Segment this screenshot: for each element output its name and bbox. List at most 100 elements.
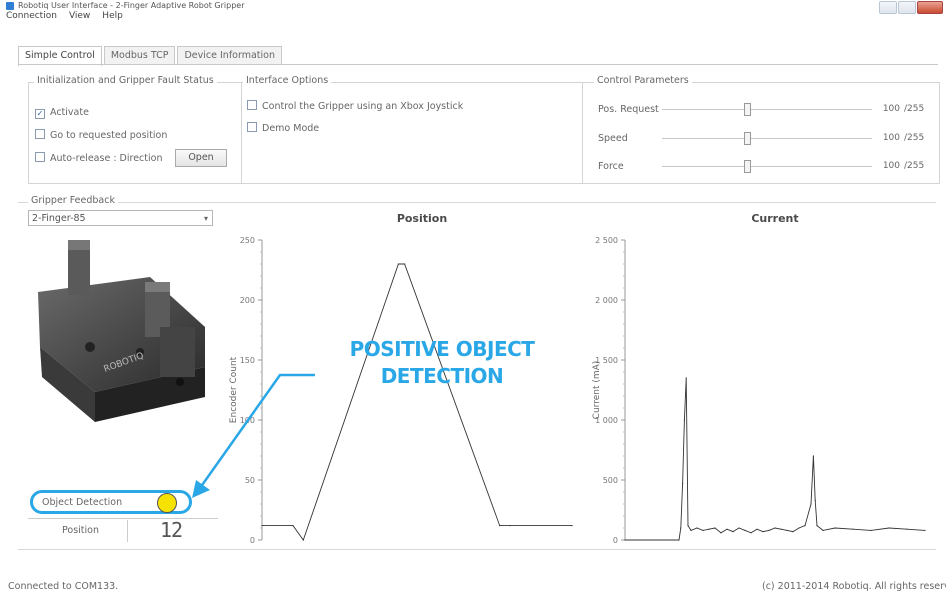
current-chart-data-point [744,529,746,531]
tab-simple-control[interactable]: Simple Control [18,46,102,66]
force-slider[interactable] [662,166,872,167]
xbox-checkbox[interactable]: Control the Gripper using an Xbox Joysti… [247,100,463,112]
autorelease-label: Auto-release : Direction [50,153,163,164]
current-chart-data-point [768,529,770,531]
speed-thumb[interactable] [744,132,751,145]
speed-label: Speed [598,133,628,144]
current-chart-data-point [804,525,806,527]
current-chart-data-point [812,455,814,457]
position-chart-data-point [302,539,304,541]
current-chart-data-point [738,527,740,529]
position-label: Position [62,525,99,536]
current-chart-data-point [720,532,722,534]
annotation-arrow [192,373,315,498]
model-select[interactable]: 2-Finger-85 ▾ [28,210,213,226]
current-chart-data-point [822,529,824,531]
position-chart-ytick-label: 200 [240,296,255,305]
minimize-button[interactable] [879,1,897,14]
position-chart-data-point [292,525,294,527]
position-chart-ytick-label: 250 [240,236,255,245]
current-chart-data-point [780,528,782,530]
current-chart-data-point [750,532,752,534]
maximize-button[interactable] [898,1,916,14]
position-chart-data-point [261,525,263,527]
speed-slider[interactable] [662,138,872,139]
speed-value[interactable]: 100 [870,133,900,143]
app-icon [6,2,14,10]
current-chart-data-point [732,531,734,533]
goto-checkbox[interactable]: Go to requested position [35,129,167,141]
tab-strip: Simple Control Modbus TCP Device Informa… [18,46,284,66]
menu-help[interactable]: Help [102,11,123,23]
current-chart-data-point [906,528,908,530]
pos-request-value[interactable]: 100 [870,104,900,114]
position-chart-data-point [509,525,511,527]
current-chart-data-point [834,527,836,529]
position-row [28,518,218,543]
current-chart: 05001 0001 5002 0002 500Current (mA) [592,236,926,545]
position-chart-title: Position [396,212,448,225]
current-chart-ylabel: Current (mA) [592,361,602,420]
xbox-check-icon [247,100,257,110]
menu-bar: Connection View Help [6,11,123,23]
current-chart-series-line [625,377,926,541]
position-chart-data-point [397,263,399,265]
force-thumb[interactable] [744,160,751,173]
current-chart-data-point [702,529,704,531]
title-bar: Robotiq User Interface - 2-Finger Adapti… [0,0,946,14]
current-chart-data-point [888,527,890,529]
position-chart-ytick-label: 0 [250,536,255,545]
current-chart-title: Current [751,212,799,225]
direction-open-button[interactable]: Open [175,149,227,167]
current-chart-data-point [690,529,692,531]
goto-label: Go to requested position [50,130,168,141]
current-chart-data-point [682,483,684,485]
demo-check-icon [247,122,257,132]
autorelease-check-icon [35,152,45,162]
demo-checkbox[interactable]: Demo Mode [247,122,319,134]
position-chart-data-point [571,525,573,527]
current-chart-data-point [870,529,872,531]
current-chart-data-point [924,529,926,531]
current-chart-data-point [762,531,764,533]
annotation-line-1: POSITIVE OBJECT [349,337,535,361]
current-chart-data-point [678,539,680,541]
activate-checkbox[interactable]: ✓ Activate [35,107,89,119]
menu-view[interactable]: View [69,11,90,23]
object-detection-label: Object Detection [42,497,123,508]
current-chart-ytick-label: 2 000 [595,296,618,305]
current-chart-data-point [683,419,685,421]
current-chart-data-point [816,525,818,527]
feedback-group-title: Gripper Feedback [28,195,118,206]
force-label: Force [598,161,624,172]
position-chart-data-point [499,525,501,527]
pos-request-slider[interactable] [662,109,872,110]
position-chart-data-point [404,263,406,265]
current-chart-data-point [852,528,854,530]
goto-check-icon [35,129,45,139]
current-chart-data-point [756,528,758,530]
autorelease-checkbox[interactable]: Auto-release : Direction [35,152,162,164]
interface-group-title: Interface Options [243,75,332,86]
activate-label: Activate [50,107,89,118]
current-chart-data-point [798,527,800,529]
current-chart-data-point [687,525,689,527]
annotation-line-2: DETECTION [380,364,504,388]
object-detection-indicator [157,493,177,513]
demo-label: Demo Mode [262,123,320,134]
current-chart-data-point [685,377,687,379]
init-group-title: Initialization and Gripper Fault Status [34,75,217,86]
force-value[interactable]: 100 [870,161,900,171]
chevron-down-icon: ▾ [203,214,208,223]
current-chart-ytick-label: 2 500 [595,236,618,245]
current-chart-data-point [714,527,716,529]
current-chart-data-point [774,527,776,529]
tab-device-information[interactable]: Device Information [177,46,282,65]
current-chart-data-point [708,528,710,530]
pos-request-max: /255 [904,104,925,114]
tab-modbus-tcp[interactable]: Modbus TCP [103,46,176,65]
pos-request-thumb[interactable] [744,103,751,116]
close-button[interactable] [917,1,943,14]
current-chart-data-point [696,527,698,529]
menu-connection[interactable]: Connection [6,11,57,23]
